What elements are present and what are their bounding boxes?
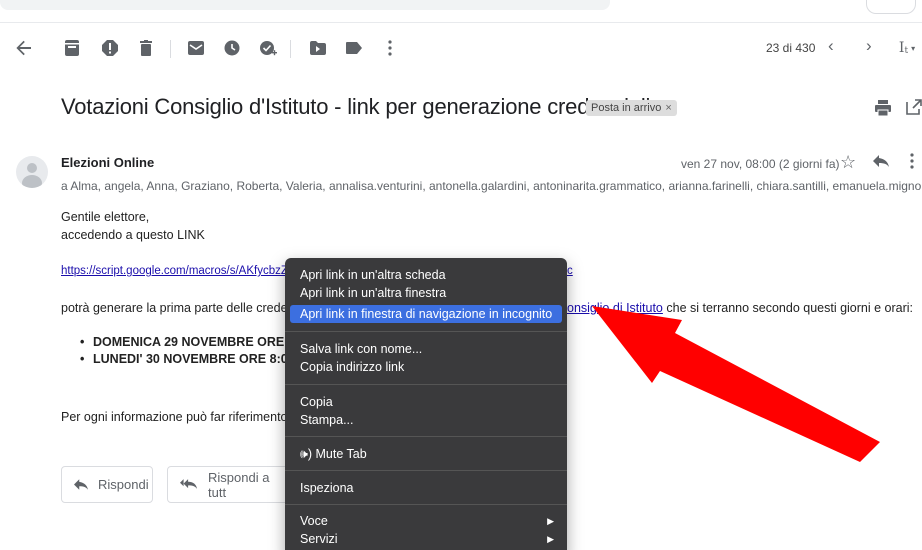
toolbar-separator xyxy=(290,40,291,58)
avatar[interactable] xyxy=(16,156,48,188)
star-icon[interactable]: ☆ xyxy=(840,152,856,173)
context-menu: Apri link in un'altra scheda Apri link i… xyxy=(285,258,567,550)
add-to-tasks-icon[interactable] xyxy=(258,38,278,58)
archive-icon[interactable] xyxy=(62,38,82,58)
back-arrow-icon[interactable] xyxy=(14,38,34,58)
menu-item-open-new-window[interactable]: Apri link in un'altra finestra xyxy=(290,284,562,302)
menu-item-inspect[interactable]: Ispeziona xyxy=(290,479,562,497)
menu-item-open-new-tab[interactable]: Apri link in un'altra scheda xyxy=(290,266,562,284)
reply-all-icon xyxy=(180,477,198,493)
toolbar-separator xyxy=(170,40,171,58)
label-icon[interactable] xyxy=(344,38,364,58)
more-options-icon[interactable] xyxy=(380,38,400,58)
menu-item-speech[interactable]: Voce ▶ xyxy=(290,512,562,530)
move-to-icon[interactable] xyxy=(308,38,328,58)
credentials-link[interactable]: https://script.google.com/macros/s/AKfyc… xyxy=(61,265,316,277)
previous-chevron-icon[interactable]: ‹ xyxy=(828,36,834,56)
body-paragraph-end: onsiglio di Istituto che si terranno sec… xyxy=(567,301,914,315)
message-toolbar: 23 di 430 ‹ › It ▾ xyxy=(0,30,922,66)
account-area[interactable] xyxy=(866,0,916,14)
divider xyxy=(0,22,922,23)
input-tools-icon[interactable]: It ▾ xyxy=(892,38,922,58)
email-subject: Votazioni Consiglio d'Istituto - link pe… xyxy=(61,94,651,119)
inbox-label-chip[interactable]: Posta in arrivo × xyxy=(586,100,677,116)
search-bar[interactable] xyxy=(0,0,610,10)
report-spam-icon[interactable] xyxy=(100,38,120,58)
menu-item-open-incognito[interactable]: Apri link in finestra di navigazione in … xyxy=(290,305,562,323)
pagination-count: 23 di 430 xyxy=(766,41,816,55)
open-in-new-window-icon[interactable] xyxy=(906,99,922,115)
menu-item-copy[interactable]: Copia xyxy=(290,393,562,411)
recipients-list[interactable]: a Alma, angela, Anna, Graziano, Roberta,… xyxy=(61,179,921,193)
snooze-icon[interactable] xyxy=(222,38,242,58)
list-item: DOMENICA 29 NOVEMBRE ORE 8 xyxy=(80,335,295,349)
reply-icon[interactable] xyxy=(873,154,889,172)
remove-label-icon[interactable]: × xyxy=(665,102,671,114)
submenu-arrow-icon: ▶ xyxy=(547,516,554,526)
credentials-link-end[interactable]: c xyxy=(567,265,573,277)
menu-separator xyxy=(285,436,567,437)
mark-unread-icon[interactable] xyxy=(186,38,206,58)
body-paragraph: potrà generare la prima parte delle cred… xyxy=(61,301,314,315)
email-date: ven 27 nov, 08:00 (2 giorni fa) xyxy=(681,157,840,171)
reply-all-button[interactable]: Rispondi a tutt xyxy=(167,466,297,503)
reply-icon xyxy=(74,477,88,493)
menu-item-services[interactable]: Servizi ▶ xyxy=(290,530,562,548)
menu-separator xyxy=(285,470,567,471)
menu-item-save-link-as[interactable]: Salva link con nome... xyxy=(290,340,562,358)
info-text: Per ogni informazione può far riferiment… xyxy=(61,410,311,424)
greeting-text: Gentile elettore, xyxy=(61,210,150,224)
list-item: LUNEDI' 30 NOVEMBRE ORE 8:00 xyxy=(80,352,295,366)
delete-icon[interactable] xyxy=(136,38,156,58)
council-link[interactable]: onsiglio di Istituto xyxy=(567,301,663,315)
menu-item-mute-tab[interactable]: 🕪) Mute Tab xyxy=(290,445,562,463)
more-options-icon[interactable] xyxy=(910,153,914,174)
sender-name[interactable]: Elezioni Online xyxy=(61,155,154,170)
reply-button[interactable]: Rispondi xyxy=(61,466,153,503)
menu-item-copy-link-address[interactable]: Copia indirizzo link xyxy=(290,358,562,376)
body-line: accedendo a questo LINK xyxy=(61,228,205,242)
menu-separator xyxy=(285,384,567,385)
submenu-arrow-icon: ▶ xyxy=(547,534,554,544)
menu-separator xyxy=(285,504,567,505)
next-chevron-icon[interactable]: › xyxy=(866,36,872,56)
menu-item-print[interactable]: Stampa... xyxy=(290,411,562,429)
menu-separator xyxy=(285,331,567,332)
print-icon[interactable] xyxy=(875,100,891,117)
